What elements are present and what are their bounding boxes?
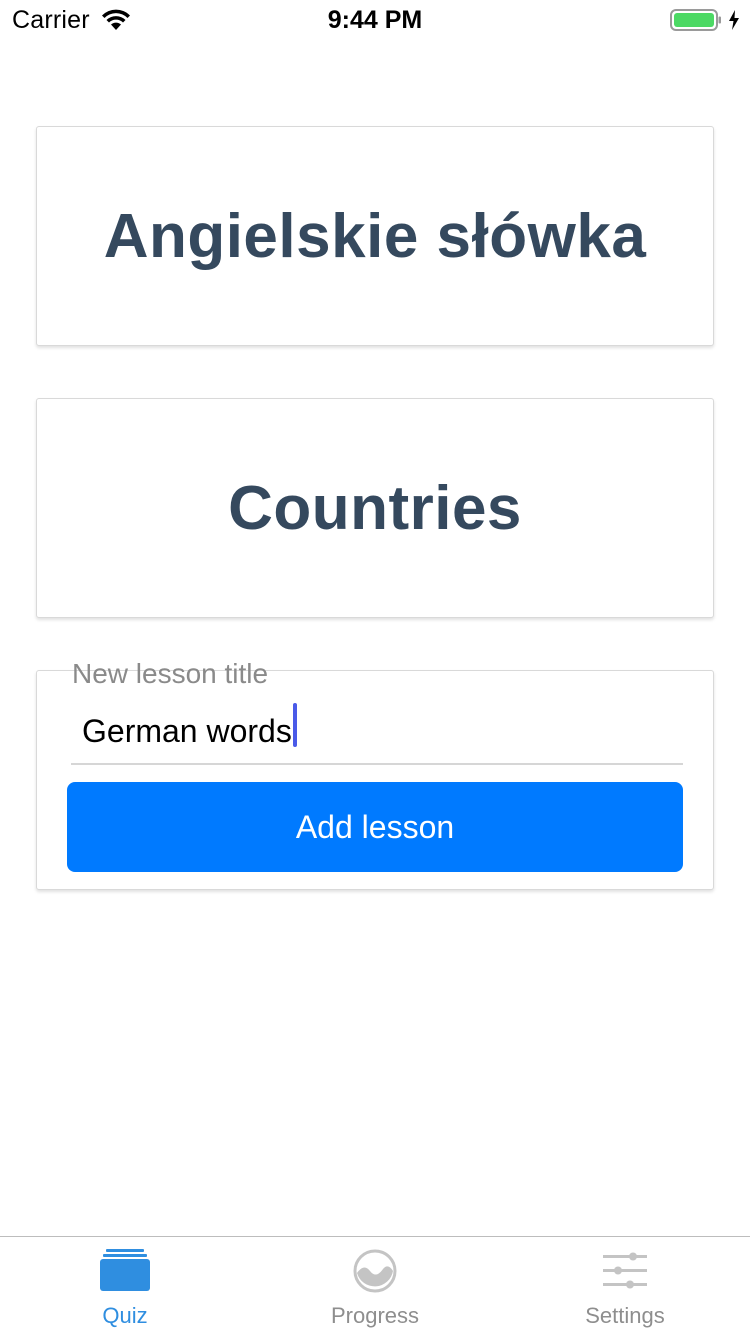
lesson-title-label: New lesson title [72, 658, 269, 689]
lesson-title: Countries [228, 473, 522, 543]
status-bar: Carrier 9:44 PM [0, 0, 750, 40]
cards-stack-icon [100, 1249, 150, 1291]
charging-bolt-icon [729, 10, 739, 30]
progress-circle-icon [353, 1249, 397, 1293]
tab-progress[interactable]: Progress [250, 1237, 500, 1334]
lesson-card[interactable]: Countries [36, 398, 714, 618]
lesson-title: Angielskie słówka [103, 201, 647, 271]
new-lesson-form: New lesson title Add lesson [36, 658, 714, 890]
tab-label: Settings [585, 1303, 665, 1328]
lesson-card[interactable]: Angielskie słówka [36, 126, 714, 346]
tab-bar: Quiz Progress Settings [0, 1236, 750, 1334]
tab-label: Quiz [102, 1303, 148, 1328]
lesson-title-input[interactable] [71, 699, 683, 765]
add-lesson-button[interactable]: Add lesson [67, 782, 683, 872]
text-cursor [292, 703, 297, 747]
battery-icon [670, 9, 721, 31]
tab-label: Progress [330, 1303, 420, 1328]
tab-settings[interactable]: Settings [500, 1237, 750, 1334]
screen: Carrier 9:44 PM Angielskie słówka Countr… [0, 0, 750, 1334]
clock: 9:44 PM [327, 6, 423, 34]
sliders-icon [603, 1252, 647, 1289]
tab-quiz[interactable]: Quiz [0, 1237, 250, 1334]
